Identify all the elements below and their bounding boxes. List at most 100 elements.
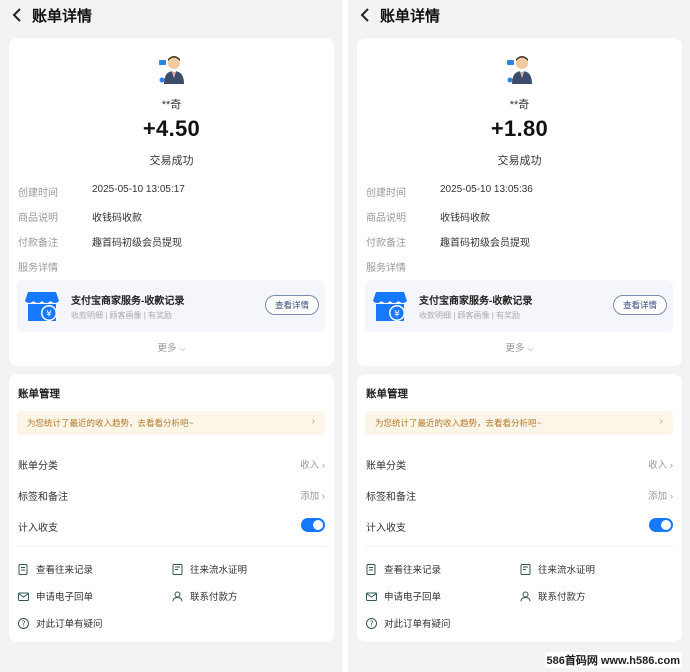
section-title: 账单管理 — [366, 388, 408, 400]
certificate-icon — [172, 563, 183, 575]
merchant-service-card[interactable]: ¥ 支付宝商家服务-收款记录 收款明细 | 顾客画像 | 有奖励 查看详情 — [17, 280, 325, 332]
back-button[interactable] — [356, 6, 374, 24]
payer-name: **奇 — [509, 99, 530, 111]
transaction-status: 交易成功 — [149, 155, 194, 167]
chevron-left-icon — [360, 8, 369, 22]
transaction-status: 交易成功 — [497, 155, 542, 167]
bill-detail-panel-left: 账单详情 **奇 +4.50 交易成功 创建时间 2025-05-10 13:0… — [0, 0, 342, 672]
top-bar: 账单详情 — [348, 0, 690, 30]
svg-text:?: ? — [370, 619, 374, 628]
detail-row-created: 创建时间 2025-05-10 13:05:17 — [18, 184, 185, 199]
section-title: 账单管理 — [18, 388, 60, 400]
count-in-balance-row: 计入收支 — [366, 515, 673, 535]
transaction-amount: +4.50 — [142, 116, 201, 141]
detail-row-remark: 付款备注 趣首码初级会员提现 — [366, 234, 530, 249]
top-bar: 账单详情 — [0, 0, 342, 30]
row-label: 计入收支 — [366, 523, 406, 534]
detail-row-service: 服务详情 — [366, 259, 440, 274]
page-title: 账单详情 — [32, 7, 93, 25]
banner-text: 为您统计了最近的收入趋势，去看看分析吧~ — [27, 418, 194, 428]
detail-key: 付款备注 — [366, 238, 406, 249]
row-value: 添加 › — [300, 491, 325, 502]
more-label: 更多 — [157, 343, 177, 354]
bill-detail-panel-right: 账单详情 **奇 +1.80 交易成功 创建时间 2025-05-10 13:0… — [348, 0, 690, 672]
detail-value: 2025-05-10 13:05:17 — [92, 184, 185, 195]
view-details-button[interactable]: 查看详情 — [613, 295, 667, 315]
flow-proof-link[interactable]: 往来流水证明 — [172, 562, 247, 576]
store-icon: ¥ — [373, 292, 407, 321]
income-trend-banner[interactable]: 为您统计了最近的收入趋势，去看看分析吧~ › — [365, 411, 673, 435]
count-in-balance-row: 计入收支 — [18, 515, 325, 535]
question-icon: ? — [366, 617, 377, 629]
contact-payer-link[interactable]: 联系付款方 — [172, 589, 238, 603]
avatar — [159, 56, 184, 84]
flow-proof-link[interactable]: 往来流水证明 — [520, 562, 595, 576]
bill-management-card: 账单管理 为您统计了最近的收入趋势，去看看分析吧~ › 账单分类 收入 › 标签… — [357, 374, 682, 642]
detail-key: 创建时间 — [18, 188, 58, 199]
view-records-link[interactable]: 查看往来记录 — [366, 562, 441, 576]
store-icon: ¥ — [25, 292, 59, 321]
merchant-service-card[interactable]: ¥ 支付宝商家服务-收款记录 收款明细 | 顾客画像 | 有奖励 查看详情 — [365, 280, 673, 332]
transaction-card: **奇 +4.50 交易成功 创建时间 2025-05-10 13:05:17 … — [9, 38, 334, 366]
chevron-left-icon — [12, 8, 21, 22]
detail-value: 趣首码初级会员提现 — [92, 238, 182, 249]
detail-key: 创建时间 — [366, 188, 406, 199]
contact-payer-link[interactable]: 联系付款方 — [520, 589, 586, 603]
detail-key: 商品说明 — [366, 213, 406, 224]
row-value: 收入 › — [300, 460, 325, 471]
user-icon — [172, 591, 183, 602]
detail-key: 付款备注 — [18, 238, 58, 249]
e-receipt-link[interactable]: 申请电子回单 — [18, 589, 93, 603]
detail-value: 2025-05-10 13:05:36 — [440, 184, 533, 195]
view-details-button[interactable]: 查看详情 — [265, 295, 319, 315]
transaction-card: **奇 +1.80 交易成功 创建时间 2025-05-10 13:05:36 … — [357, 38, 682, 366]
service-subtitle: 收款明细 | 顾客画像 | 有奖励 — [71, 311, 173, 320]
detail-key: 商品说明 — [18, 213, 58, 224]
e-receipt-link[interactable]: 申请电子回单 — [366, 589, 441, 603]
document-icon — [366, 563, 376, 575]
chevron-right-icon: › — [659, 416, 663, 427]
view-records-link[interactable]: 查看往来记录 — [18, 562, 93, 576]
count-in-toggle[interactable] — [301, 518, 325, 532]
svg-text:¥: ¥ — [46, 310, 52, 320]
document-icon — [18, 563, 28, 575]
detail-row-created: 创建时间 2025-05-10 13:05:36 — [366, 184, 533, 199]
detail-value: 收钱码收款 — [440, 213, 490, 224]
tags-remarks-row[interactable]: 标签和备注 添加 › — [366, 484, 673, 504]
bill-category-row[interactable]: 账单分类 收入 › — [18, 453, 325, 473]
service-title: 支付宝商家服务-收款记录 — [419, 296, 533, 307]
chevron-right-icon: › — [311, 416, 315, 427]
more-label: 更多 — [505, 343, 525, 354]
row-label: 账单分类 — [366, 461, 406, 472]
mail-icon — [18, 592, 29, 601]
more-button[interactable]: 更多 ⌵ — [9, 340, 334, 354]
income-trend-banner[interactable]: 为您统计了最近的收入趋势，去看看分析吧~ › — [17, 411, 325, 435]
detail-key: 服务详情 — [18, 263, 58, 274]
page-title: 账单详情 — [380, 7, 441, 25]
detail-row-goods: 商品说明 收钱码收款 — [18, 209, 142, 224]
avatar — [507, 56, 532, 84]
detail-row-remark: 付款备注 趣首码初级会员提现 — [18, 234, 182, 249]
count-in-toggle[interactable] — [649, 518, 673, 532]
bill-category-row[interactable]: 账单分类 收入 › — [366, 453, 673, 473]
bill-management-card: 账单管理 为您统计了最近的收入趋势，去看看分析吧~ › 账单分类 收入 › 标签… — [9, 374, 334, 642]
order-question-link[interactable]: ? 对此订单有疑问 — [366, 616, 451, 630]
divider — [366, 546, 673, 547]
transaction-amount: +1.80 — [490, 116, 549, 141]
row-label: 账单分类 — [18, 461, 58, 472]
svg-text:¥: ¥ — [394, 310, 400, 320]
service-title: 支付宝商家服务-收款记录 — [71, 296, 185, 307]
back-button[interactable] — [8, 6, 26, 24]
svg-text:?: ? — [22, 619, 26, 628]
service-subtitle: 收款明细 | 顾客画像 | 有奖励 — [419, 311, 521, 320]
row-label: 计入收支 — [18, 523, 58, 534]
chevron-down-icon: ⌵ — [527, 344, 534, 353]
more-button[interactable]: 更多 ⌵ — [357, 340, 682, 354]
row-value: 收入 › — [648, 460, 673, 471]
detail-value: 趣首码初级会员提现 — [440, 238, 530, 249]
order-question-link[interactable]: ? 对此订单有疑问 — [18, 616, 103, 630]
tags-remarks-row[interactable]: 标签和备注 添加 › — [18, 484, 325, 504]
banner-text: 为您统计了最近的收入趋势，去看看分析吧~ — [375, 418, 542, 428]
site-watermark: 586首码网 www.h586.com — [544, 652, 682, 668]
mail-icon — [366, 592, 377, 601]
